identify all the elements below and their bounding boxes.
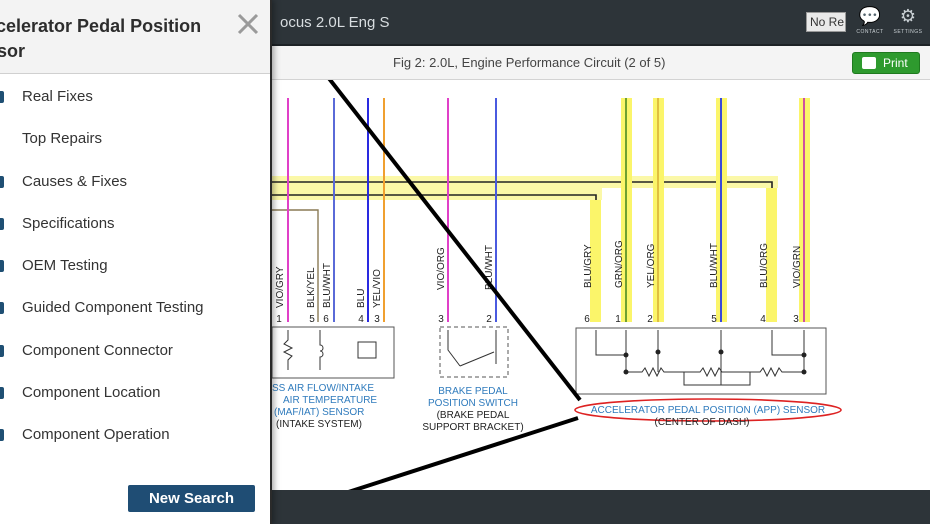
menu-item-icon <box>0 260 4 273</box>
junction-dot <box>655 349 661 355</box>
bpp-label: POSITION SWITCH <box>428 398 518 409</box>
wire-label: VIO/GRY <box>275 266 286 308</box>
menu-item-component-location[interactable]: Component Location <box>0 372 270 414</box>
menu-item-real-fixes[interactable]: Real Fixes <box>0 76 270 118</box>
app-circuit <box>595 330 805 385</box>
pin-number: 3 <box>374 314 380 325</box>
wire-label: GRN/ORG <box>614 240 625 288</box>
menu-item-component-operation[interactable]: Component Operation <box>0 414 270 456</box>
settings-button[interactable]: ⚙ SETTINGS <box>888 6 928 42</box>
menu-item-guided-component-testing[interactable]: Guided Component Testing <box>0 287 270 329</box>
junction-dot <box>718 349 724 355</box>
wire-label: YEL/VIO <box>372 269 383 308</box>
app-circuit <box>683 372 751 386</box>
menu-item-label: OEM Testing <box>22 257 108 275</box>
contact-button[interactable]: 💬 CONTACT <box>850 6 890 42</box>
maf-label: SS AIR FLOW/INTAKE <box>272 383 374 394</box>
panel-header: ccelerator Pedal Position nsor <box>0 0 270 74</box>
close-icon[interactable] <box>234 10 262 38</box>
menu-item-icon <box>0 344 4 357</box>
bpp-sublabel: SUPPORT BRACKET) <box>422 422 523 433</box>
pin-number: 5 <box>711 314 717 325</box>
thermistor-symbol <box>282 330 294 370</box>
vehicle-title: ocus 2.0L Eng S <box>280 14 390 31</box>
menu-item-label: Component Operation <box>22 426 170 444</box>
wire <box>272 181 773 322</box>
app-label: ACCELERATOR PEDAL POSITION (APP) SENSOR <box>591 405 825 416</box>
junction-dot <box>801 369 807 375</box>
junction-dot <box>623 369 629 375</box>
menu-item-icon <box>0 91 4 103</box>
menu-item-icon <box>0 302 4 315</box>
pin-number: 3 <box>793 314 799 325</box>
maf-sublabel: (INTAKE SYSTEM) <box>276 419 362 430</box>
coil-symbol <box>319 330 324 370</box>
menu-item-label: Component Location <box>22 384 161 402</box>
app-sensor-box <box>575 327 827 395</box>
pin-number: 2 <box>486 314 492 325</box>
settings-label: SETTINGS <box>893 29 923 35</box>
pin-number: 5 <box>309 314 315 325</box>
pin-number: 1 <box>615 314 621 325</box>
pin-number: 4 <box>358 314 364 325</box>
menu-item-icon <box>0 175 4 188</box>
menu-item-icon <box>0 429 4 442</box>
printer-icon <box>862 57 876 69</box>
panel-title: ccelerator Pedal Position nsor <box>0 16 202 61</box>
menu-item-causes-fixes[interactable]: Causes & Fixes <box>0 161 270 203</box>
menu-item-label: Component Connector <box>22 341 173 359</box>
wire-label: VIO/GRN <box>792 246 803 288</box>
pin-number: 2 <box>647 314 653 325</box>
menu-list: Real Fixes Top Repairs Causes & Fixes Sp… <box>0 76 270 457</box>
wire-label: BLU <box>356 289 367 308</box>
junction-dot <box>623 352 629 358</box>
wire-label: YEL/ORG <box>646 243 657 288</box>
highlight-bus <box>272 188 602 200</box>
pin-number: 3 <box>438 314 444 325</box>
wire-label: BLK/YEL <box>306 267 317 308</box>
bpp-switch-box <box>439 326 509 378</box>
junction-dot <box>801 352 807 358</box>
no-re-button[interactable]: No Re <box>806 12 846 32</box>
wire-label: VIO/ORG <box>436 247 447 290</box>
wire-label: BLU/ORG <box>759 243 770 288</box>
pin-number: 6 <box>323 314 329 325</box>
menu-item-top-repairs[interactable]: Top Repairs <box>0 118 270 160</box>
pin-number: 6 <box>584 314 590 325</box>
new-search-button[interactable]: New Search <box>128 485 255 512</box>
sensor-element <box>357 341 377 359</box>
print-label: Print <box>883 56 908 70</box>
bpp-label: BRAKE PEDAL <box>438 386 508 397</box>
menu-item-label: Real Fixes <box>22 88 93 105</box>
menu-item-label: Guided Component Testing <box>22 299 204 317</box>
bpp-sublabel: (BRAKE PEDAL <box>437 410 510 421</box>
pin-number: 4 <box>760 314 766 325</box>
print-button[interactable]: Print <box>852 52 920 74</box>
menu-item-icon <box>0 217 4 230</box>
switch-symbol <box>447 330 497 367</box>
component-menu-panel: ccelerator Pedal Position nsor Real Fixe… <box>0 0 272 524</box>
gear-icon: ⚙ <box>899 6 917 26</box>
menu-item-component-connector[interactable]: Component Connector <box>0 330 270 372</box>
pin-number: 1 <box>276 314 282 325</box>
maf-label: AIR TEMPERATURE <box>283 395 377 406</box>
menu-item-oem-testing[interactable]: OEM Testing <box>0 245 270 287</box>
figure-title: Fig 2: 2.0L, Engine Performance Circuit … <box>393 55 666 70</box>
resistor-symbol <box>626 366 804 378</box>
menu-item-label: Top Repairs <box>22 130 103 148</box>
menu-item-specifications[interactable]: Specifications <box>0 203 270 245</box>
wire-label: BLU/WHT <box>709 243 720 288</box>
menu-item-label: Specifications <box>22 214 115 232</box>
wire-label: BLU/WHT <box>322 263 333 308</box>
menu-item-icon <box>0 387 4 400</box>
app-sublabel: (CENTER OF DASH) <box>655 417 750 428</box>
contact-label: CONTACT <box>856 29 884 35</box>
chat-bubble-icon: 💬 <box>858 6 882 26</box>
menu-item-label: Causes & Fixes <box>22 172 128 190</box>
wire-label: BLU/GRY <box>583 244 594 288</box>
callout-line <box>327 80 582 402</box>
maf-label: (MAF/IAT) SENSOR <box>274 407 364 418</box>
